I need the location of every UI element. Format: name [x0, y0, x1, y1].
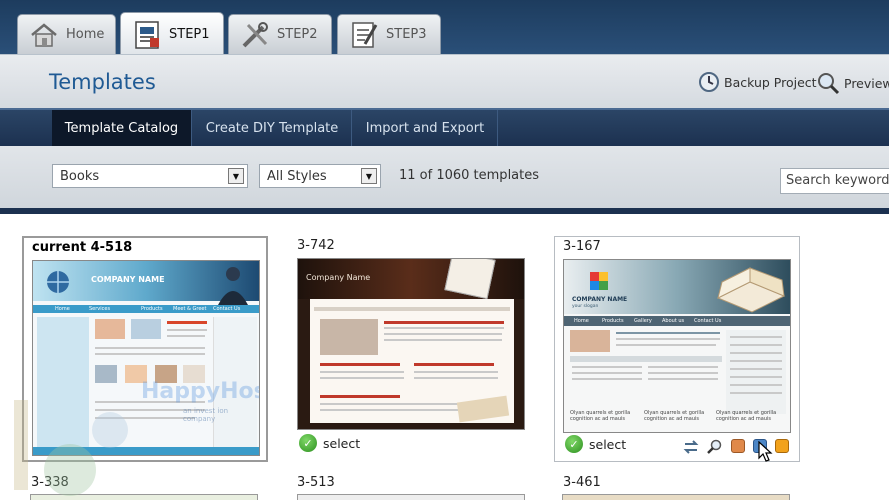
style-select[interactable]: All Styles ▼ [259, 164, 381, 188]
category-select-value: Books [60, 168, 100, 184]
thumb-nav: Contact Us [694, 318, 722, 324]
template-card-title: 3-461 [563, 475, 601, 490]
thumb-nav: Contact Us [213, 306, 241, 312]
thumb-nav: Home [55, 306, 70, 312]
thumb-brand: Company Name [306, 273, 371, 282]
template-count: 11 of 1060 templates [399, 168, 540, 183]
thumb-brand: COMPANY NAME [91, 275, 165, 284]
filter-bar: Books ▼ All Styles ▼ 11 of 1060 template… [0, 146, 889, 214]
chevron-down-icon[interactable]: ▼ [228, 168, 244, 184]
template-thumbnail[interactable]: Company Name [297, 258, 525, 430]
thumb-nav: About us [662, 318, 685, 324]
thumb-nav: Services [89, 306, 111, 312]
checkmark-icon: ✓ [299, 434, 317, 452]
template-grid: current 4-518 COMPANY NAME Home Services… [0, 220, 889, 500]
backup-project-label: Backup Project [724, 74, 817, 90]
mouse-cursor-icon [758, 441, 773, 462]
thumb-nav: Meet & Greet [173, 306, 207, 312]
decorative-illustration [14, 400, 128, 496]
catalog-subnav: Template Catalog Create DIY Template Imp… [0, 108, 889, 146]
watermark-tagline: an invest ion company [183, 407, 229, 423]
checklist-icon [346, 20, 382, 50]
chevron-down-icon[interactable]: ▼ [361, 168, 377, 184]
open-book-icon [716, 267, 786, 313]
watermark-logo: HappyHosts [141, 379, 259, 404]
style-select-value: All Styles [267, 168, 327, 184]
template-card-title: 3-167 [563, 239, 601, 254]
thumb-caption: Olyan quarrels et gorilla cognition ac a… [644, 410, 705, 422]
template-card-title: 3-742 [297, 238, 335, 253]
magnifier-icon [818, 73, 840, 95]
thumb-nav: Products [141, 306, 163, 312]
zoom-preview-icon[interactable] [707, 439, 723, 455]
tab-create-diy-template[interactable]: Create DIY Template [193, 110, 352, 146]
template-card-title: current 4-518 [32, 240, 133, 255]
template-card-3-461[interactable]: 3-461 [554, 472, 800, 500]
tab-step2-label: STEP2 [277, 27, 318, 42]
top-tab-bar: Home STEP1 STEP2 STEP3 [0, 0, 889, 56]
tab-step2[interactable]: STEP2 [228, 14, 332, 54]
page-title: Templates [49, 70, 156, 94]
tab-home[interactable]: Home [17, 14, 116, 54]
preview-button[interactable]: Preview [816, 71, 889, 95]
thumb-caption: Olyan quarrels et gorilla cognition ac a… [716, 410, 777, 422]
tab-step3[interactable]: STEP3 [337, 14, 441, 54]
thumb-nav: Home [574, 318, 589, 324]
select-template-button[interactable]: ✓ select [299, 434, 360, 452]
tab-template-catalog[interactable]: Template Catalog [52, 110, 192, 146]
template-card-3-513[interactable]: 3-513 [288, 472, 538, 500]
document-icon [129, 20, 165, 50]
backup-clock-icon [699, 72, 719, 92]
tab-import-export[interactable]: Import and Export [353, 110, 498, 146]
checkmark-icon: ✓ [565, 435, 583, 453]
tab-step1-label: STEP1 [169, 27, 210, 42]
thumb-tagline: your slogan [572, 304, 599, 309]
preview-label: Preview [844, 75, 889, 91]
thumb-brand: COMPANY NAME [572, 296, 628, 303]
select-label: select [589, 436, 627, 452]
backup-project-button[interactable]: Backup Project [698, 71, 817, 93]
thumb-nav: Gallery [634, 318, 652, 324]
thumb-caption: Olyan quarrels et gorilla cognition ac a… [570, 410, 631, 422]
tab-step3-label: STEP3 [386, 27, 427, 42]
person-photo-icon [218, 267, 248, 305]
page-header: Templates Backup Project Preview [0, 54, 889, 108]
template-thumbnail[interactable]: COMPANY NAME your slogan Home Products G… [563, 259, 791, 433]
tab-step1[interactable]: STEP1 [120, 12, 224, 56]
swap-arrows-icon[interactable] [683, 439, 699, 455]
globe-logo-icon [47, 271, 69, 293]
template-card-title: 3-513 [297, 475, 335, 490]
search-input[interactable]: Search keyword [780, 168, 889, 194]
company-logo-icon [590, 272, 608, 290]
tab-home-label: Home [66, 27, 105, 42]
select-template-button[interactable]: ✓ select [565, 435, 626, 453]
house-icon [26, 20, 62, 50]
select-label: select [323, 435, 361, 451]
template-card-3-742[interactable]: 3-742 Company Name ✓ select [288, 236, 538, 462]
category-select[interactable]: Books ▼ [52, 164, 248, 188]
thumb-nav: Products [602, 318, 624, 324]
color-swatch-orange[interactable] [731, 439, 745, 453]
color-swatch-gold[interactable] [775, 439, 789, 453]
template-card-3-167[interactable]: 3-167 COMPANY NAME your slogan Home Prod… [554, 236, 800, 462]
tools-icon [237, 20, 273, 50]
